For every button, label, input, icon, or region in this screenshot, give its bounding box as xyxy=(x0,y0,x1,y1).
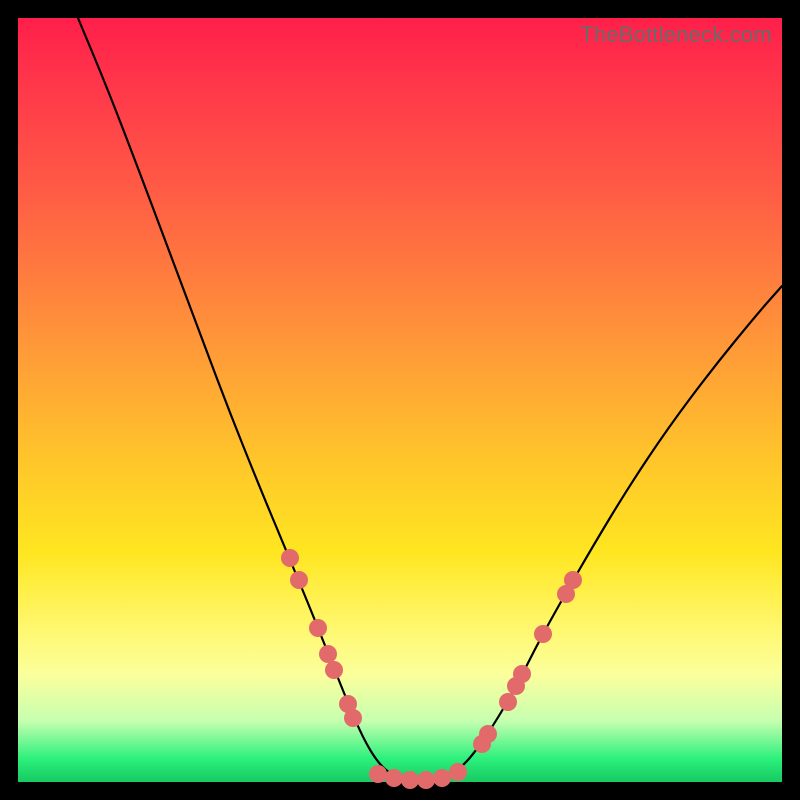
data-point-dot xyxy=(290,571,308,589)
data-point-dot xyxy=(344,709,362,727)
data-point-dot xyxy=(499,693,517,711)
data-point-dot xyxy=(385,769,403,787)
data-point-dot xyxy=(309,619,327,637)
chart-frame: TheBottleneck.com xyxy=(0,0,800,800)
data-point-dot xyxy=(369,765,387,783)
data-point-dot xyxy=(319,645,337,663)
data-point-dot xyxy=(433,769,451,787)
data-point-dot xyxy=(417,771,435,789)
chart-svg xyxy=(18,18,782,782)
data-point-dot xyxy=(281,549,299,567)
data-point-dot xyxy=(513,665,531,683)
data-point-dot xyxy=(401,771,419,789)
bottleneck-curve xyxy=(78,18,782,780)
chart-plot-area: TheBottleneck.com xyxy=(18,18,782,782)
data-point-dot xyxy=(479,725,497,743)
data-point-dot xyxy=(534,625,552,643)
data-point-dot xyxy=(449,763,467,781)
data-point-dot xyxy=(325,661,343,679)
data-point-dot xyxy=(564,571,582,589)
